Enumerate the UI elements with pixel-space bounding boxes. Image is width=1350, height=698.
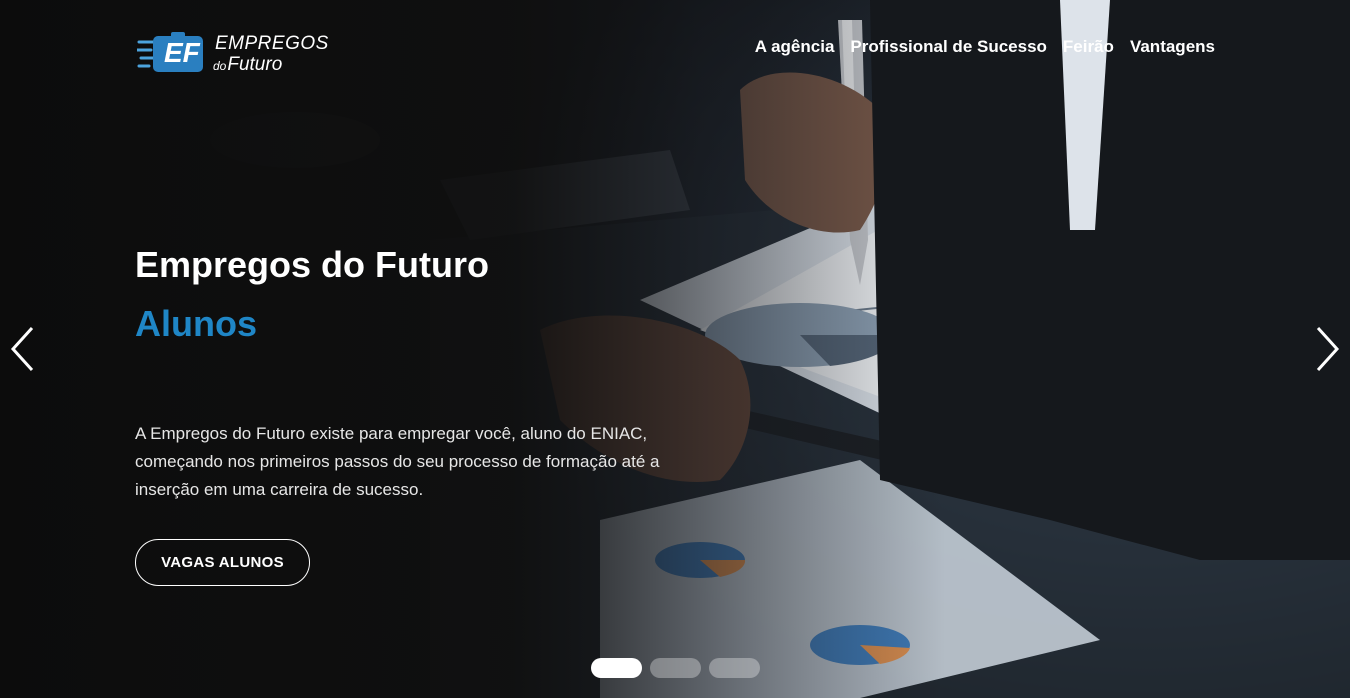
nav-item-profissional-de-sucesso[interactable]: Profissional de Sucesso bbox=[850, 37, 1047, 57]
slide-title: Empregos do Futuro bbox=[135, 244, 489, 285]
logo-line2-small: do bbox=[213, 59, 227, 73]
carousel-indicator-1[interactable] bbox=[591, 658, 642, 678]
carousel-indicator-3[interactable] bbox=[709, 658, 760, 678]
logo-line2: doFuturo bbox=[213, 54, 282, 76]
nav-item-a-agencia[interactable]: A agência bbox=[755, 37, 835, 57]
carousel-indicator-2[interactable] bbox=[650, 658, 701, 678]
hero-overlay bbox=[0, 0, 1350, 698]
hero-carousel bbox=[0, 0, 1350, 698]
logo-mark-text: EF bbox=[164, 37, 200, 68]
carousel-prev-button[interactable] bbox=[8, 324, 38, 374]
nav-item-feirao[interactable]: Feirão bbox=[1063, 37, 1114, 57]
nav-item-vantagens[interactable]: Vantagens bbox=[1130, 37, 1215, 57]
logo-line2-main: Futuro bbox=[227, 54, 283, 75]
chevron-left-icon bbox=[10, 326, 34, 372]
main-nav: A agência Profissional de Sucesso Feirão… bbox=[755, 37, 1215, 57]
vagas-alunos-button[interactable]: VAGAS ALUNOS bbox=[135, 539, 310, 586]
logo-line1: EMPREGOS bbox=[215, 33, 329, 54]
chevron-right-icon bbox=[1316, 326, 1340, 372]
carousel-indicators bbox=[591, 658, 760, 678]
slide-subtitle: Alunos bbox=[135, 303, 257, 344]
slide-description: A Empregos do Futuro existe para emprega… bbox=[135, 424, 660, 499]
brand-logo[interactable]: EF EMPREGOS doFuturo bbox=[137, 30, 337, 78]
carousel-next-button[interactable] bbox=[1312, 324, 1342, 374]
